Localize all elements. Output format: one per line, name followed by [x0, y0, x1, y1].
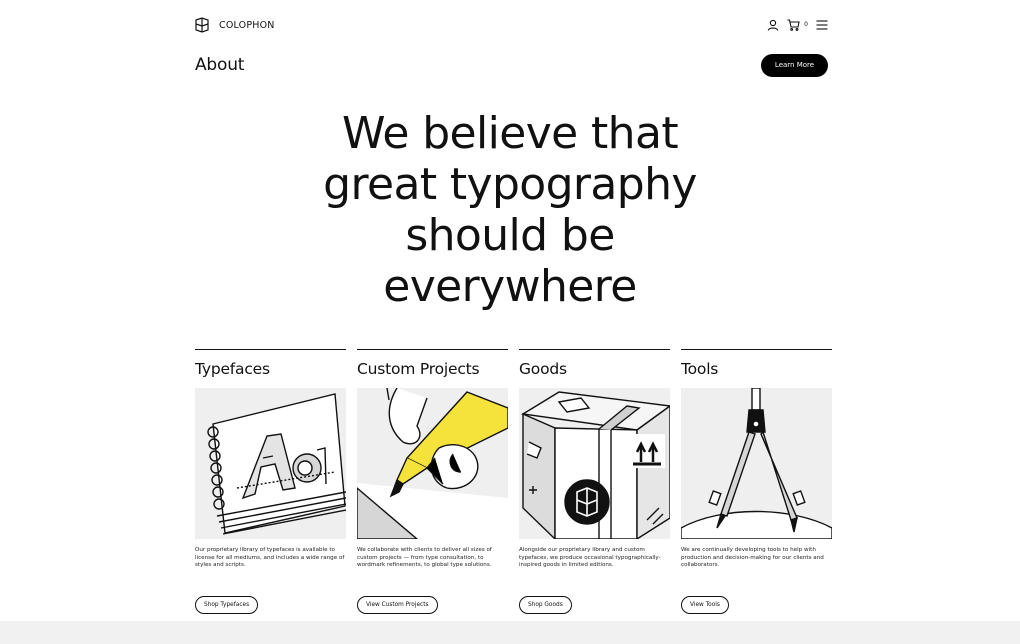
site-header: COLOPHON 0 [195, 16, 828, 34]
card-title[interactable]: Custom Projects [357, 350, 508, 388]
card-description: We are continually developing tools to h… [681, 547, 824, 569]
cart-count: 0 [804, 20, 808, 28]
card-description: Alongside our proprietary library and cu… [519, 547, 661, 569]
colophon-logo-icon [195, 17, 209, 33]
card-custom-projects: Custom Projects We collaborate with clie… [357, 349, 508, 614]
learn-more-button[interactable]: Learn More [761, 53, 828, 77]
card-title[interactable]: Tools [681, 350, 832, 388]
shipping-box-illustration[interactable] [519, 388, 670, 539]
shop-goods-button[interactable]: Shop Goods [519, 596, 572, 614]
card-title[interactable]: Goods [519, 350, 670, 388]
cart-icon[interactable] [787, 19, 800, 31]
shop-typefaces-button[interactable]: Shop Typefaces [195, 596, 259, 614]
hero-statement: We believe that great typography should … [0, 108, 1020, 312]
hero-line: We believe that [342, 108, 679, 159]
view-custom-projects-button[interactable]: View Custom Projects [357, 596, 438, 614]
pen-hand-illustration[interactable] [357, 388, 508, 539]
user-icon[interactable] [767, 19, 779, 31]
footer-band [0, 621, 1020, 644]
card-title[interactable]: Typefaces [195, 350, 346, 388]
menu-icon[interactable] [816, 20, 828, 30]
card-goods: Goods Alongside our proprietary library … [519, 349, 670, 614]
typefaces-sketchbook-illustration[interactable] [195, 388, 346, 539]
page-subheader: About Learn More [195, 53, 828, 77]
hero-line: should be [405, 210, 615, 261]
hero-line: great typography [323, 159, 697, 210]
page-title: About [195, 55, 245, 75]
brand-link[interactable]: COLOPHON [195, 17, 275, 33]
hero-line: everywhere [383, 261, 637, 312]
services-grid: Typefaces Our proprietary library of typ… [195, 349, 833, 614]
brand-name: COLOPHON [219, 19, 275, 31]
card-description: We collaborate with clients to deliver a… [357, 547, 492, 569]
card-typefaces: Typefaces Our proprietary library of typ… [195, 349, 346, 614]
card-description: Our proprietary library of typefaces is … [195, 547, 345, 569]
compass-illustration[interactable] [681, 388, 832, 539]
view-tools-button[interactable]: View Tools [681, 596, 729, 614]
card-tools: Tools We are continually developing tool… [681, 349, 832, 614]
header-actions: 0 [767, 19, 828, 31]
